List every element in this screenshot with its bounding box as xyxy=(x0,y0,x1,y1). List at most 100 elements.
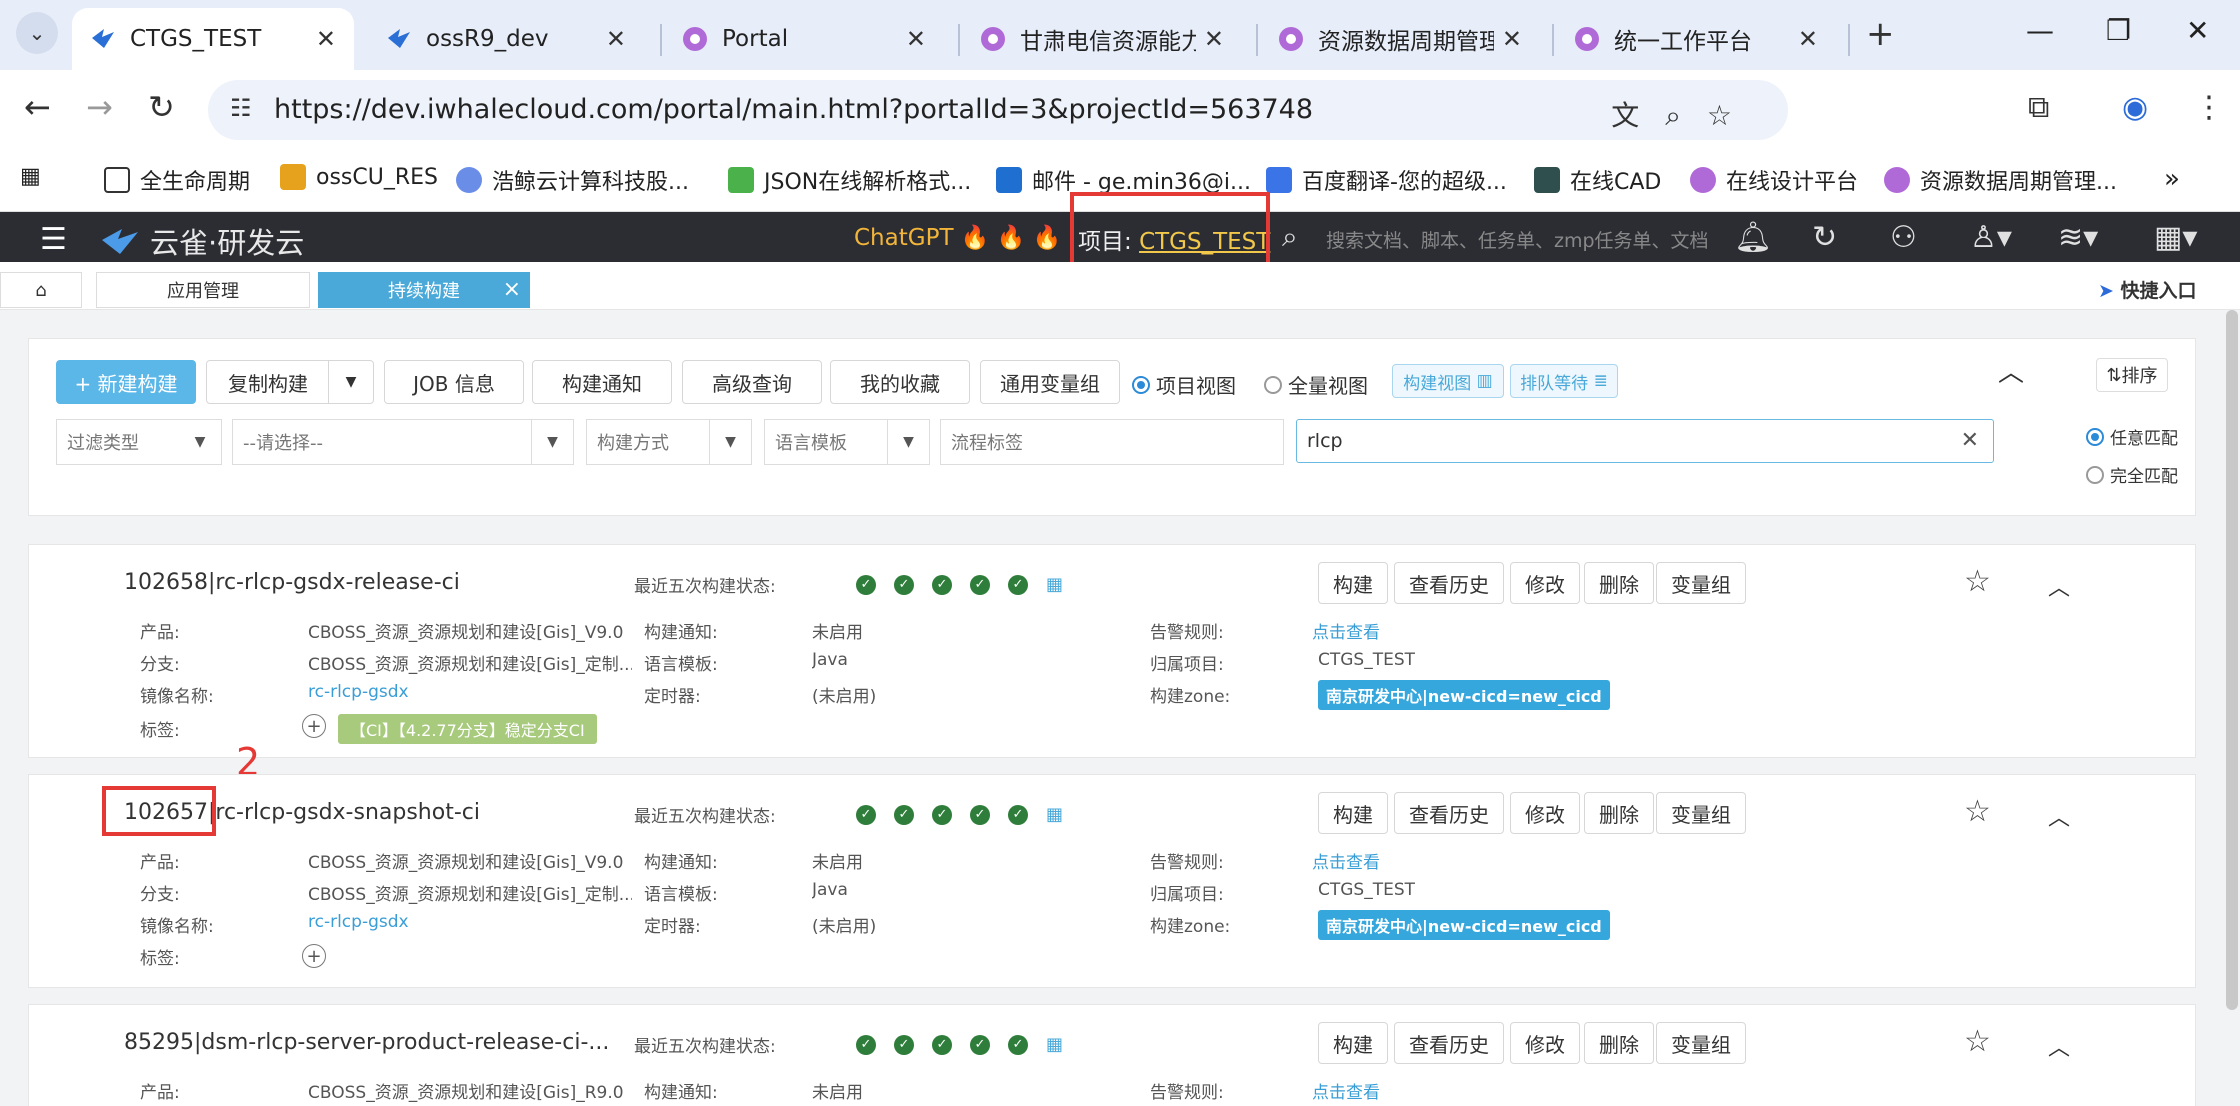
bookmark-item[interactable]: 浩鲸云计算科技股... xyxy=(456,164,689,196)
more-menu-icon[interactable]: ⋮ xyxy=(2194,90,2224,125)
translate-icon[interactable]: 文 xyxy=(1611,99,1665,132)
var-group-button[interactable]: 变量组 xyxy=(1656,562,1746,604)
close-icon[interactable]: ✕ xyxy=(606,25,626,53)
build-notify-button[interactable]: 构建通知 xyxy=(532,360,672,404)
close-icon[interactable]: ✕ xyxy=(316,25,336,53)
success-check-icon[interactable]: ✓ xyxy=(894,1034,914,1055)
new-build-button[interactable]: + 新建构建 xyxy=(56,360,196,404)
home-tab[interactable]: ⌂ xyxy=(0,272,82,308)
team-icon[interactable]: ⚇ xyxy=(1890,220,1917,255)
close-icon[interactable]: × xyxy=(503,277,521,302)
browser-tab-gansu[interactable]: 甘肃电信资源能力中 ✕ xyxy=(962,8,1242,70)
radio-all-view[interactable]: 全量视图 xyxy=(1264,370,1368,399)
alarm-link[interactable]: 点击查看 xyxy=(1312,1078,1380,1103)
add-tag-icon[interactable]: + xyxy=(302,944,326,968)
success-check-icon[interactable]: ✓ xyxy=(932,804,952,825)
browser-tab-resource-cycle[interactable]: 资源数据周期管理平 ✕ xyxy=(1260,8,1540,70)
success-check-icon[interactable]: ✓ xyxy=(932,574,952,595)
back-icon[interactable]: ← xyxy=(24,88,51,126)
global-search-input[interactable]: 搜索文档、脚本、任务单、zmp任务单、文档 xyxy=(1326,226,1709,253)
job-info-button[interactable]: JOB 信息 xyxy=(384,360,524,404)
queue-button[interactable]: 排队等待 ≣ xyxy=(1510,364,1618,398)
extensions-icon[interactable]: ⧉ xyxy=(2028,90,2049,125)
bookmark-star-icon[interactable]: ☆ xyxy=(1707,99,1758,132)
build-button[interactable]: 构建 xyxy=(1318,1022,1388,1064)
layers-icon[interactable]: ≋▾ xyxy=(2058,220,2098,255)
apps-grid-icon[interactable]: ▦▾ xyxy=(2154,220,2197,255)
radio-project-view[interactable]: 项目视图 xyxy=(1132,370,1236,399)
success-check-icon[interactable]: ✓ xyxy=(970,574,990,595)
radio-match-exact[interactable]: 完全匹配 xyxy=(2086,462,2178,487)
filter-type-select[interactable]: 过滤类型 ▼ xyxy=(56,419,222,465)
common-vars-button[interactable]: 通用变量组 xyxy=(980,360,1120,404)
keyword-search-input[interactable]: rlcp ✕ xyxy=(1296,419,1994,463)
bookmark-item[interactable]: 全生命周期 xyxy=(104,164,250,196)
success-check-icon[interactable]: ✓ xyxy=(970,804,990,825)
build-button[interactable]: 构建 xyxy=(1318,792,1388,834)
tab-app-management[interactable]: 应用管理 xyxy=(96,272,310,308)
filter-option-select[interactable]: --请选择-- ▼ xyxy=(232,419,574,465)
image-link[interactable]: rc-rlcp-gsdx xyxy=(308,912,409,932)
user-icon[interactable]: ♙▾ xyxy=(1970,220,2012,255)
build-method-select[interactable]: 构建方式 ▼ xyxy=(586,419,752,465)
job-title[interactable]: 85295|dsm-rlcp-server-product-release-ci… xyxy=(124,1030,609,1055)
success-check-icon[interactable]: ✓ xyxy=(932,1034,952,1055)
browser-tab-ctgs-test[interactable]: CTGS_TEST ✕ xyxy=(72,8,354,70)
alarm-link[interactable]: 点击查看 xyxy=(1312,848,1380,873)
chevron-up-icon[interactable]: ︿ xyxy=(2048,800,2070,832)
success-check-icon[interactable]: ✓ xyxy=(894,574,914,595)
my-favorites-button[interactable]: 我的收藏 xyxy=(830,360,970,404)
close-icon[interactable]: ✕ xyxy=(1502,25,1522,53)
browser-tab-workbench[interactable]: 统一工作平台 ✕ xyxy=(1556,8,1836,70)
calendar-icon[interactable]: ▦ xyxy=(1046,574,1063,595)
success-check-icon[interactable]: ✓ xyxy=(856,804,876,825)
success-check-icon[interactable]: ✓ xyxy=(856,574,876,595)
chatgpt-link[interactable]: ChatGPT 🔥 🔥 🔥 xyxy=(854,224,1061,251)
new-tab-button[interactable]: + xyxy=(1866,14,1895,54)
bookmark-item[interactable]: JSON在线解析格式... xyxy=(728,164,971,196)
copy-build-button[interactable]: 复制构建 xyxy=(206,360,330,404)
chevron-up-icon[interactable]: ︿ xyxy=(2048,570,2070,602)
more-bookmarks-icon[interactable]: » xyxy=(2164,164,2180,194)
delete-button[interactable]: 删除 xyxy=(1584,792,1654,834)
minimize-icon[interactable]: — xyxy=(2026,14,2054,47)
radio-match-any[interactable]: 任意匹配 xyxy=(2086,424,2178,449)
tab-continuous-build[interactable]: 持续构建 × xyxy=(318,272,530,308)
bookmark-item[interactable]: 百度翻译-您的超级... xyxy=(1266,164,1507,196)
collapse-icon[interactable]: ︿ xyxy=(1998,352,2024,389)
chevron-up-icon[interactable]: ︿ xyxy=(2048,1030,2070,1062)
bookmark-item[interactable]: 资源数据周期管理... xyxy=(1884,164,2117,196)
close-icon[interactable]: ✕ xyxy=(1204,25,1224,53)
tab-search-button[interactable]: ⌄ xyxy=(16,12,58,54)
close-icon[interactable]: ✕ xyxy=(1798,25,1818,53)
history-button[interactable]: 查看历史 xyxy=(1394,562,1504,604)
build-button[interactable]: 构建 xyxy=(1318,562,1388,604)
forward-icon[interactable]: → xyxy=(86,88,113,126)
bookmark-item[interactable]: 在线CAD xyxy=(1534,164,1661,196)
restore-icon[interactable]: ❐ xyxy=(2106,14,2131,47)
search-icon[interactable]: ⌕ xyxy=(1282,220,1298,254)
browser-tab-ossr9-dev[interactable]: ossR9_dev ✕ xyxy=(368,8,644,70)
site-settings-icon[interactable]: ☷ xyxy=(230,94,252,122)
menu-icon[interactable]: ☰ xyxy=(40,222,67,257)
calendar-icon[interactable]: ▦ xyxy=(1046,804,1063,825)
delete-button[interactable]: 删除 xyxy=(1584,562,1654,604)
success-check-icon[interactable]: ✓ xyxy=(1008,804,1028,825)
quick-entry[interactable]: ➤ 快捷入口 xyxy=(2098,276,2197,303)
history-button[interactable]: 查看历史 xyxy=(1394,1022,1504,1064)
add-tag-icon[interactable]: + xyxy=(302,714,326,738)
edit-button[interactable]: 修改 xyxy=(1510,792,1580,834)
refresh-icon[interactable]: ↻ xyxy=(1812,220,1837,255)
image-link[interactable]: rc-rlcp-gsdx xyxy=(308,682,409,702)
zoom-icon[interactable]: ⌕ xyxy=(1665,99,1707,132)
success-check-icon[interactable]: ✓ xyxy=(894,804,914,825)
copy-build-dropdown[interactable]: ▼ xyxy=(328,360,374,404)
success-check-icon[interactable]: ✓ xyxy=(856,1034,876,1055)
alarm-link[interactable]: 点击查看 xyxy=(1312,618,1380,643)
job-title[interactable]: 102658|rc-rlcp-gsdx-release-ci xyxy=(124,570,460,595)
star-icon[interactable]: ☆ xyxy=(1964,564,1991,599)
build-view-button[interactable]: 构建视图 ▥ xyxy=(1392,364,1504,398)
edit-button[interactable]: 修改 xyxy=(1510,562,1580,604)
var-group-button[interactable]: 变量组 xyxy=(1656,792,1746,834)
history-button[interactable]: 查看历史 xyxy=(1394,792,1504,834)
